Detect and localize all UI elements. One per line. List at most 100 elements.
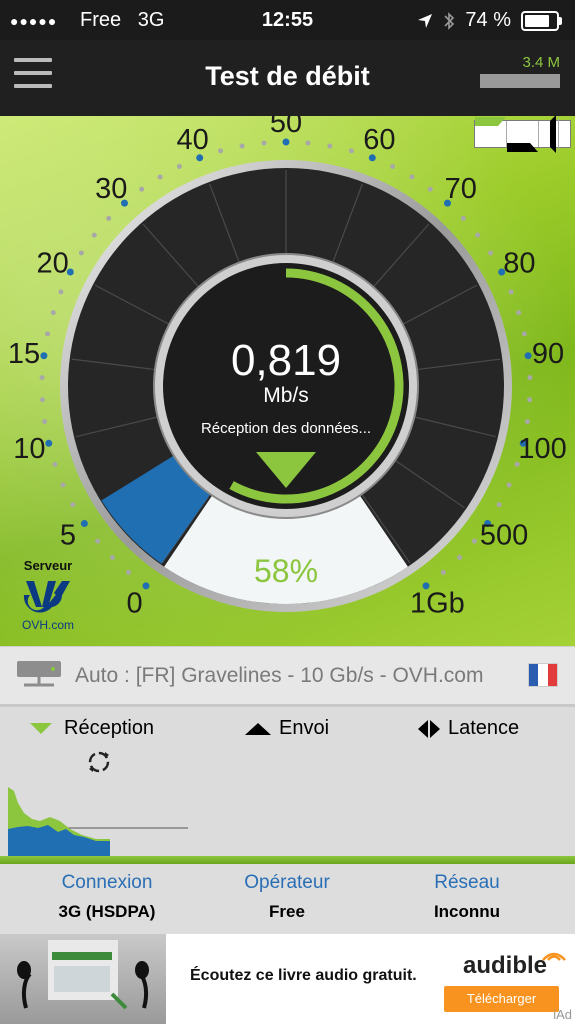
scale-tick <box>109 555 115 560</box>
status-text: Réception des données... <box>201 420 371 437</box>
ad-brand-name: audible <box>463 952 548 979</box>
reseau-label: Réseau <box>434 872 500 893</box>
scale-label: 10 <box>13 433 45 465</box>
scale-tick <box>440 569 446 575</box>
server-description: Auto : [FR] Gravelines - 10 Gb/s - OVH.c… <box>75 664 484 687</box>
scale-label: 20 <box>36 248 68 280</box>
data-usage-bar <box>480 74 560 88</box>
scale-tick <box>91 232 97 238</box>
data-usage: 3.4 M <box>480 54 560 88</box>
server-box[interactable]: Serveur OVH.com <box>18 558 78 632</box>
info-operateur: Opérateur Free <box>192 872 382 922</box>
tab-envoi-label: Envoi <box>279 717 330 739</box>
operateur-value: Free <box>269 902 305 921</box>
status-bar: ●●●●● Free 3G 12:55 74 % <box>0 0 575 40</box>
scale-label: 500 <box>480 520 528 552</box>
mode-toggle[interactable] <box>474 116 571 153</box>
scale-tick <box>527 397 533 403</box>
server-icon <box>17 661 61 687</box>
scale-tick <box>390 164 396 169</box>
speed-graph <box>8 787 188 859</box>
scale-label: 40 <box>176 124 208 156</box>
download-arrow-icon <box>475 116 506 152</box>
scale-tick <box>176 164 182 169</box>
status-right: 74 % <box>417 9 562 32</box>
scale-tick <box>521 331 527 337</box>
server-label: Serveur <box>23 558 73 573</box>
speed-unit: Mb/s <box>263 384 309 407</box>
headphones-ad-image <box>17 940 149 1010</box>
download-mode-button[interactable] <box>475 116 506 147</box>
scale-tick <box>45 331 51 337</box>
tab-latence-label: Latence <box>448 717 520 739</box>
scale-tick <box>218 148 224 154</box>
server-domain: OVH.com <box>21 618 74 632</box>
scale-tick <box>516 310 522 316</box>
tab-reception[interactable]: Réception <box>30 717 154 740</box>
scale-tick <box>327 143 333 149</box>
upload-mode-button[interactable] <box>506 121 538 152</box>
tab-latence[interactable]: Latence <box>418 717 519 740</box>
ad-text: Écoutez ce livre audio gratuit. <box>190 967 417 984</box>
scale-tick <box>42 419 48 425</box>
scale-tick <box>142 582 150 590</box>
scale-tick <box>409 174 415 180</box>
latency-icon <box>418 719 440 738</box>
scale-label: 80 <box>503 248 535 280</box>
scale-tick <box>488 250 494 256</box>
scale-tick <box>496 502 502 508</box>
connection-info: Connexion 3G (HSDPA) Opérateur Free Rése… <box>0 864 575 934</box>
latency-mode-button[interactable] <box>538 116 570 153</box>
audible-logo-icon <box>542 952 566 961</box>
scale-label: 5 <box>60 520 76 552</box>
info-connexion: Connexion 3G (HSDPA) <box>12 872 202 922</box>
scale-label: 100 <box>518 433 566 465</box>
latency-icon <box>539 116 570 153</box>
scale-label: 70 <box>445 173 477 205</box>
scale-tick <box>471 538 477 544</box>
scale-tick <box>139 186 145 192</box>
ad-image[interactable] <box>0 934 166 1024</box>
scale-tick <box>52 461 58 467</box>
info-reseau: Réseau Inconnu <box>372 872 562 922</box>
scale-tick <box>106 215 112 221</box>
connexion-value: 3G (HSDPA) <box>58 902 156 921</box>
progress-percent: 58% <box>254 553 318 589</box>
scale-tick <box>475 232 481 238</box>
scale-tick <box>50 310 56 316</box>
scale-tick <box>261 140 267 146</box>
speed-gauge: 0 5 10 15 20 30 40 50 60 70 80 90 100 500 1Gb 0,819 Mb… <box>8 116 567 619</box>
download-button[interactable]: Télécharger <box>444 986 559 1012</box>
ad-brand: audible <box>463 952 566 980</box>
tab-envoi[interactable]: Envoi <box>245 717 329 740</box>
scale-label: 90 <box>532 338 564 370</box>
scale-tick <box>45 439 53 447</box>
scale-tick <box>348 148 354 154</box>
iad-label: iAd <box>553 1007 572 1022</box>
scale-tick <box>282 138 290 146</box>
scale-label: 60 <box>363 124 395 156</box>
reseau-value: Inconnu <box>433 902 501 921</box>
scale-tick <box>70 502 76 508</box>
ad-banner[interactable]: Écoutez ce livre audio gratuit. audible … <box>0 934 575 1024</box>
battery-icon <box>521 10 562 31</box>
scale-tick <box>524 419 530 425</box>
battery-percent: 74 % <box>465 9 511 31</box>
server-bar[interactable]: Auto : [FR] Gravelines - 10 Gb/s - OVH.c… <box>0 646 575 705</box>
tab-reception-label: Réception <box>64 717 155 739</box>
scale-label: 50 <box>270 116 302 139</box>
operateur-label: Opérateur <box>244 872 330 893</box>
gauge-area: 0 5 10 15 20 30 40 50 60 70 80 90 100 500 1Gb 0,819 Mb… <box>0 116 575 646</box>
scale-label: 15 <box>8 338 40 370</box>
scale-tick <box>40 352 48 360</box>
separator <box>0 856 575 864</box>
scale-tick <box>457 555 463 560</box>
scale-tick <box>239 143 245 149</box>
scale-tick <box>524 352 532 360</box>
scale-label: 0 <box>127 587 143 619</box>
upload-arrow-icon <box>507 117 538 152</box>
location-arrow-icon <box>418 13 433 28</box>
scale-tick <box>60 482 66 488</box>
scale-label: 1Gb <box>410 587 465 619</box>
connexion-label: Connexion <box>61 872 153 893</box>
